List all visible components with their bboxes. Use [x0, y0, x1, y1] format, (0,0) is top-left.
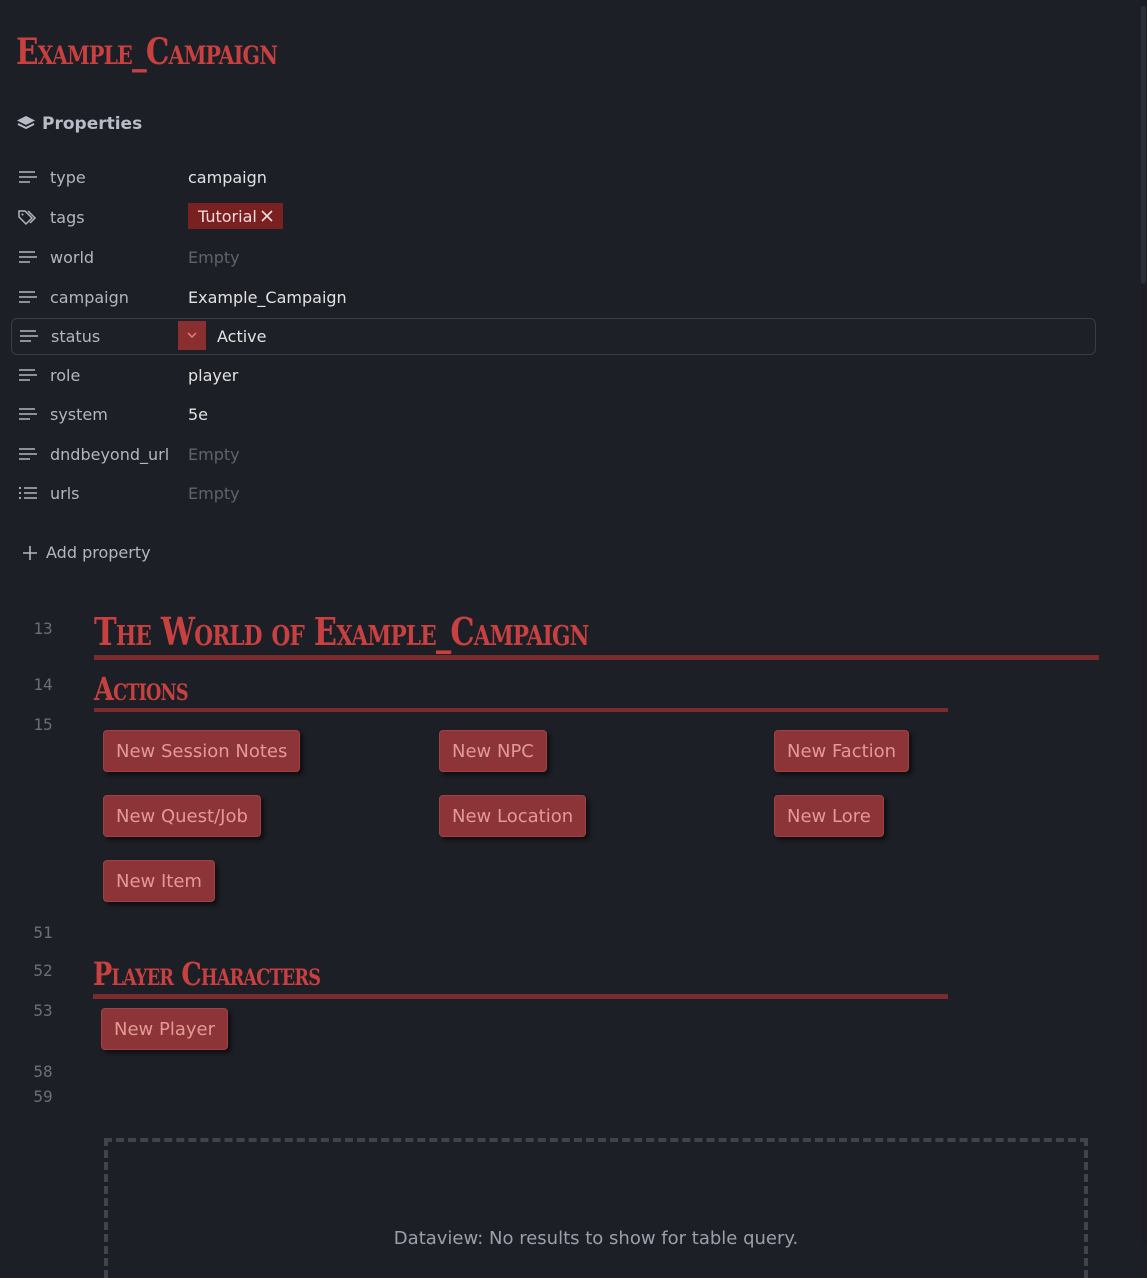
tag-pill[interactable]: Tutorial	[188, 203, 283, 229]
property-value[interactable]: player	[188, 366, 238, 385]
property-row-type[interactable]: type campaign	[11, 159, 1094, 195]
new-npc-button[interactable]: New NPC	[439, 730, 547, 772]
property-key: tags	[50, 207, 85, 227]
line-number: 53	[33, 1001, 53, 1020]
property-key: dndbeyond_url	[50, 444, 170, 464]
line-number: 13	[33, 619, 53, 638]
tag-label: Tutorial	[198, 206, 257, 226]
property-row-role[interactable]: role player	[11, 357, 1094, 393]
new-location-button[interactable]: New Location	[439, 795, 587, 837]
line-number: 51	[33, 923, 53, 942]
add-property-label: Add property	[46, 543, 151, 562]
property-key: type	[50, 167, 86, 187]
property-key: status	[51, 327, 101, 346]
list-icon	[18, 486, 37, 500]
text-lines-icon	[19, 448, 37, 460]
property-value-empty[interactable]: Empty	[188, 445, 240, 464]
new-faction-button[interactable]: New Faction	[774, 730, 910, 772]
dataview-message: Dataview: No results to show for table q…	[393, 1228, 799, 1249]
property-key: world	[50, 247, 95, 267]
status-dropdown[interactable]	[178, 321, 206, 350]
add-property-button[interactable]: Add property	[22, 543, 151, 562]
note-title[interactable]: Example_Campaign	[16, 26, 278, 78]
status-value[interactable]: Active	[217, 327, 267, 346]
tags-icon	[18, 210, 37, 226]
property-value[interactable]: Example_Campaign	[188, 288, 347, 307]
plus-icon	[23, 545, 37, 560]
property-value[interactable]: campaign	[188, 168, 267, 187]
property-row-status[interactable]: status Active	[11, 318, 1096, 355]
property-value-empty[interactable]: Empty	[188, 484, 240, 503]
property-key: role	[50, 365, 81, 385]
chevron-down-icon	[187, 332, 197, 339]
close-icon[interactable]	[261, 210, 273, 222]
properties-label: Properties	[42, 114, 143, 134]
line-number: 52	[33, 961, 53, 980]
heading-rule	[94, 655, 1099, 660]
heading-rule	[93, 994, 948, 999]
stack-icon	[17, 116, 35, 130]
text-lines-icon	[19, 171, 37, 183]
property-row-world[interactable]: world Empty	[11, 239, 1094, 275]
new-session-notes-button[interactable]: New Session Notes	[103, 730, 301, 772]
new-item-button[interactable]: New Item	[103, 860, 215, 902]
property-key: campaign	[50, 287, 129, 307]
scrollbar-thumb[interactable]	[1141, 6, 1146, 284]
property-value-empty[interactable]: Empty	[188, 248, 240, 267]
heading-rule	[94, 708, 948, 712]
line-number: 15	[33, 715, 53, 734]
text-lines-icon	[19, 369, 37, 381]
new-player-button[interactable]: New Player	[101, 1008, 228, 1050]
line-number: 14	[33, 675, 53, 694]
property-row-dndbeyond-url[interactable]: dndbeyond_url Empty	[11, 436, 1094, 472]
properties-header[interactable]: Properties	[16, 114, 142, 134]
property-row-urls[interactable]: urls Empty	[11, 475, 1094, 511]
player-characters-heading: Player Characters	[93, 955, 321, 993]
actions-heading: Actions	[94, 670, 189, 708]
property-row-campaign[interactable]: campaign Example_Campaign	[11, 279, 1094, 315]
text-lines-icon	[19, 408, 37, 420]
text-lines-icon	[20, 330, 38, 342]
text-lines-icon	[19, 291, 37, 303]
line-number: 58	[33, 1062, 53, 1081]
new-lore-button[interactable]: New Lore	[774, 795, 884, 837]
line-number: 59	[33, 1087, 53, 1106]
property-row-tags[interactable]: tags Tutorial	[11, 199, 1094, 235]
property-row-system[interactable]: system 5e	[11, 396, 1094, 432]
new-quest-job-button[interactable]: New Quest/Job	[103, 795, 261, 837]
dataview-block: Dataview: No results to show for table q…	[104, 1138, 1088, 1278]
property-key: urls	[50, 483, 80, 503]
text-lines-icon	[19, 251, 37, 263]
property-key: system	[50, 404, 108, 424]
property-value[interactable]: 5e	[188, 405, 208, 424]
world-heading: The World of Example_Campaign	[94, 609, 589, 654]
